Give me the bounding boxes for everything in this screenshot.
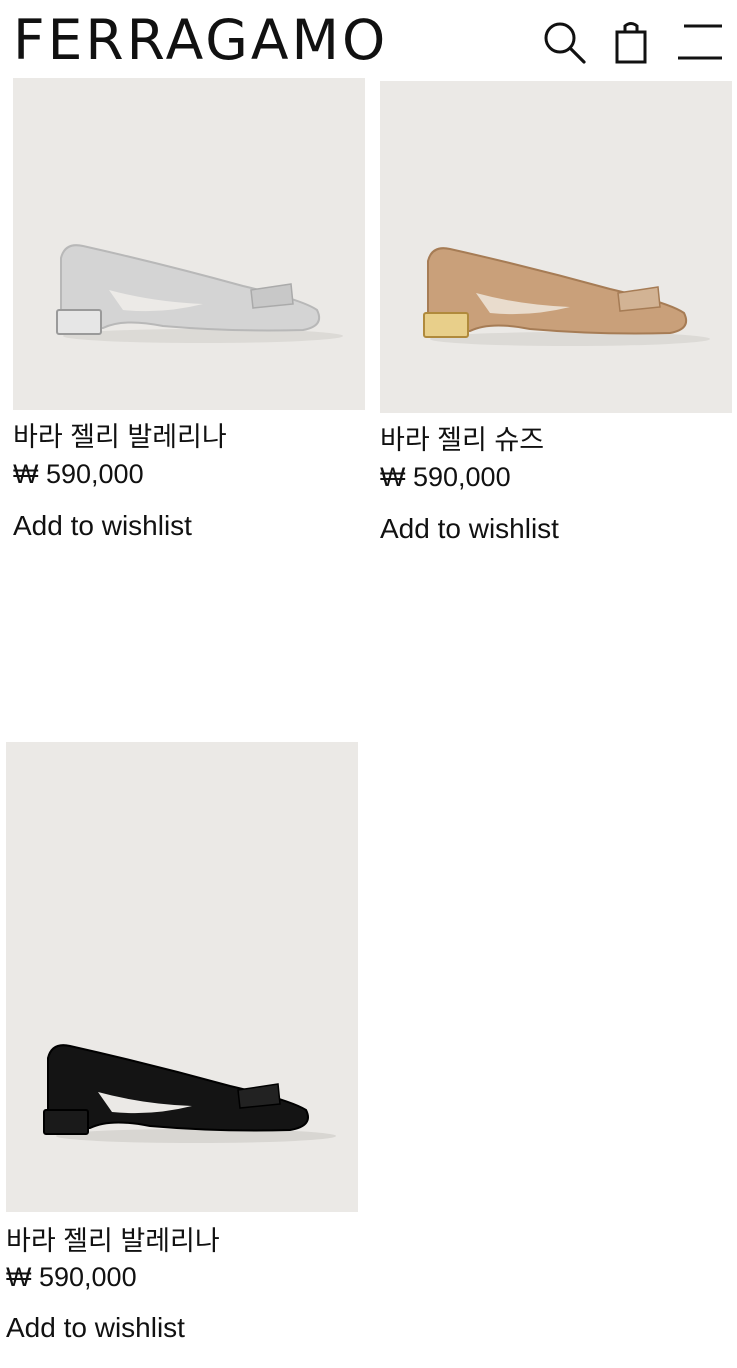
product-price: ₩ 590,000 (380, 462, 511, 492)
brand-logo[interactable]: FERRAGAMO (13, 8, 388, 72)
product-image[interactable] (380, 81, 732, 413)
product-image[interactable] (6, 742, 358, 1212)
add-to-wishlist-link[interactable]: Add to wishlist (13, 508, 192, 544)
add-to-wishlist-link[interactable]: Add to wishlist (380, 511, 559, 547)
product-name[interactable]: 바라 젤리 발레리나 (6, 1224, 220, 1258)
search-icon[interactable] (540, 18, 588, 66)
product-name[interactable]: 바라 젤리 슈즈 (380, 423, 544, 457)
product-image[interactable] (13, 78, 365, 410)
site-header: FERRAGAMO (0, 0, 737, 76)
product-name[interactable]: 바라 젤리 발레리나 (13, 420, 227, 454)
product-price: ₩ 590,000 (13, 459, 144, 489)
product-price: ₩ 590,000 (6, 1262, 137, 1292)
shopping-bag-icon[interactable] (607, 18, 655, 66)
add-to-wishlist-link[interactable]: Add to wishlist (6, 1310, 185, 1346)
menu-icon[interactable] (676, 18, 724, 66)
